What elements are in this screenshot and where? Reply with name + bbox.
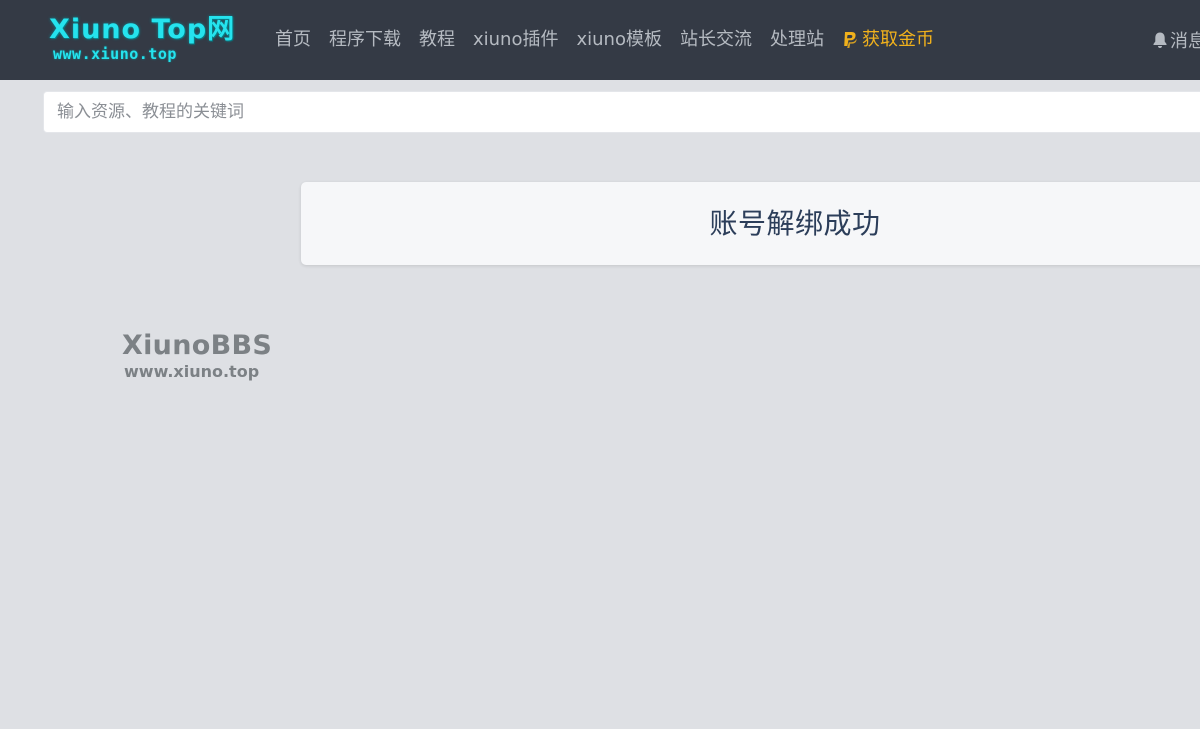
logo-title: Xiuno Top网 xyxy=(49,14,236,45)
paypal-icon xyxy=(844,32,857,48)
messages-label: 消息 xyxy=(1170,31,1200,52)
message-card: 账号解绑成功 xyxy=(301,182,1200,265)
site-logo[interactable]: Xiuno Top网 www.xiuno.top xyxy=(49,14,239,68)
get-coins-label: 获取金币 xyxy=(861,29,934,50)
main-nav: 首页 程序下载 教程 xiuno插件 xiuno模板 站长交流 处理站 获取金币 xyxy=(266,24,943,56)
search-input[interactable] xyxy=(44,92,1200,132)
nav-processing[interactable]: 处理站 xyxy=(761,24,833,56)
nav-downloads[interactable]: 程序下载 xyxy=(320,24,410,56)
nav-webmaster-forum[interactable]: 站长交流 xyxy=(671,24,761,56)
watermark-url: www.xiuno.top xyxy=(124,362,260,381)
top-navbar: Xiuno Top网 www.xiuno.top 首页 程序下载 教程 xiun… xyxy=(0,0,1200,80)
logo-url: www.xiuno.top xyxy=(53,45,177,63)
search-bar xyxy=(43,91,1200,133)
nav-get-coins[interactable]: 获取金币 xyxy=(833,24,943,56)
nav-messages[interactable]: 消息 xyxy=(1152,24,1200,56)
xiunobbs-watermark-logo: XiunoBBS www.xiuno.top xyxy=(122,330,282,382)
unbind-success-message: 账号解绑成功 xyxy=(709,207,881,240)
bell-icon xyxy=(1153,32,1167,48)
nav-home[interactable]: 首页 xyxy=(266,24,320,56)
nav-xiuno-templates[interactable]: xiuno模板 xyxy=(567,24,670,56)
nav-xiuno-plugins[interactable]: xiuno插件 xyxy=(464,24,567,56)
watermark-title: XiunoBBS xyxy=(122,330,273,361)
nav-tutorials[interactable]: 教程 xyxy=(410,24,464,56)
